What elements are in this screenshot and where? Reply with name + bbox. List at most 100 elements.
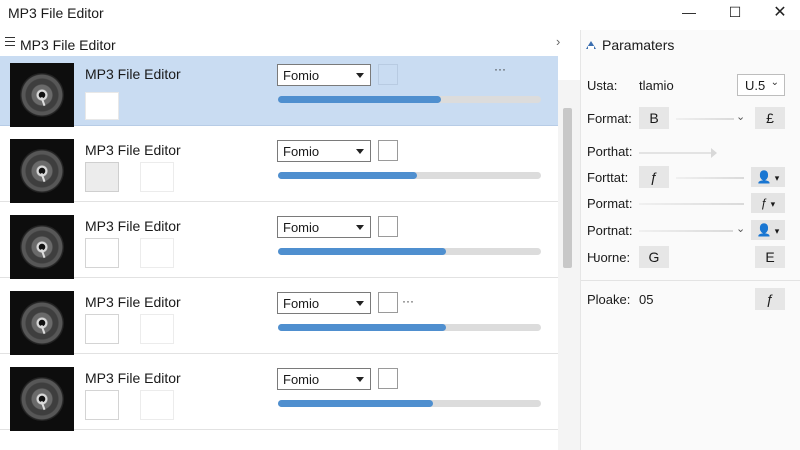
format-dropdown[interactable]: Fomio (277, 216, 371, 238)
row-tag-box-1[interactable] (85, 314, 119, 344)
row-tag-box-1[interactable] (85, 390, 119, 420)
more-options-icon[interactable]: ··· (494, 62, 506, 76)
chevron-down-icon (356, 377, 364, 382)
format-b-button[interactable]: B (639, 107, 669, 129)
forttat-f-button[interactable]: ƒ (639, 166, 669, 188)
more-options-icon[interactable]: ··· (402, 294, 414, 308)
param-row-horne: Ƕorne: G E (581, 246, 800, 270)
portnat-slider[interactable] (639, 230, 733, 232)
list-item[interactable]: MP3 File Editor Fomio (0, 208, 558, 279)
param-row-format: Format: B ⌄ £ (581, 107, 800, 131)
row-checkbox[interactable] (378, 216, 398, 237)
chevron-down-icon (356, 301, 364, 306)
scroll-down-button[interactable]: ⌄ (562, 446, 572, 450)
chevron-down-icon[interactable]: ⌄ (736, 110, 745, 123)
format-dropdown[interactable]: Fomio (277, 140, 371, 162)
param-row-ploake: Ploake: 05 ƒ (581, 288, 800, 312)
chevron-down-icon (356, 149, 364, 154)
progress-track (278, 400, 541, 407)
album-art-thumbnail (10, 291, 74, 355)
title-bar: MP3 File Editor — ☐ ✕ (0, 0, 800, 26)
progress-fill (278, 248, 447, 255)
format-dropdown-value: Fomio (283, 144, 320, 159)
disc-icon (20, 149, 64, 193)
format-dropdown[interactable]: Fomio (277, 368, 371, 390)
format-dropdown[interactable]: Fomio (277, 64, 371, 86)
chevron-down-icon: ▾ (774, 173, 780, 183)
forttat-user-picker[interactable]: 👤 ▾ (751, 167, 785, 187)
porthat-slider[interactable] (639, 148, 717, 158)
progress-track (278, 96, 541, 103)
ploake-f-button[interactable]: ƒ (755, 288, 785, 310)
usta-select[interactable]: U.5 ⌄ (737, 74, 785, 96)
format-dropdown[interactable]: Fomio (277, 292, 371, 314)
format-slider[interactable] (676, 118, 734, 120)
close-button[interactable]: ✕ (767, 2, 793, 22)
pormat-f-glyph: ƒ (760, 196, 768, 210)
format-dropdown-value: Fomio (283, 372, 320, 387)
portnat-user-picker[interactable]: 👤 ▾ (751, 220, 785, 240)
progress-fill (278, 324, 447, 331)
horne-e-button[interactable]: E (755, 246, 785, 268)
row-checkbox[interactable] (378, 64, 398, 85)
chevron-down-icon: ⌄ (770, 77, 779, 88)
param-row-porthat: Porthat: (581, 140, 800, 164)
parameters-title: Paramaters (602, 37, 675, 53)
param-label: Pormat: (587, 196, 633, 211)
maximize-button[interactable]: ☐ (722, 2, 748, 22)
row-tag-box-1[interactable] (85, 92, 119, 120)
parameters-header: Paramaters (585, 37, 674, 53)
format-dropdown-value: Fomio (283, 296, 320, 311)
row-tag-box-2[interactable] (140, 390, 174, 420)
row-title: MP3 File Editor (85, 370, 181, 386)
pormat-slider[interactable] (639, 203, 744, 205)
row-title: MP3 File Editor (85, 142, 181, 158)
row-checkbox[interactable] (378, 368, 398, 389)
progress-fill (278, 96, 442, 103)
list-header: MP3 File Editor › (0, 30, 580, 56)
divider (581, 280, 800, 281)
chevron-down-icon (356, 225, 364, 230)
list-item[interactable]: MP3 File Editor Fomio ··· (0, 56, 558, 127)
list-header-title: MP3 File Editor (20, 37, 116, 53)
horne-g-button[interactable]: G (639, 246, 669, 268)
param-label: Ploake: (587, 292, 631, 307)
progress-fill (278, 400, 434, 407)
list-item[interactable]: MP3 File Editor Fomio (0, 360, 558, 431)
chevron-down-icon[interactable]: ⌄ (736, 222, 745, 235)
hamburger-menu-icon[interactable] (5, 37, 15, 46)
minimize-button[interactable]: — (676, 2, 702, 22)
param-row-forttat: Forttat: ƒ 👤 ▾ (581, 166, 800, 190)
param-label: Ƕorne: (587, 250, 631, 265)
user-icon: 👤 (756, 170, 772, 184)
param-label: Forttat: (587, 170, 629, 185)
list-item[interactable]: MP3 File Editor Fomio ··· (0, 284, 558, 355)
album-art-thumbnail (10, 139, 74, 203)
param-label: Usta: (587, 78, 618, 93)
row-tag-box-1[interactable] (85, 238, 119, 268)
row-tag-box-2[interactable] (140, 162, 174, 192)
list-item[interactable]: MP3 File Editor Fomio (0, 132, 558, 203)
progress-track (278, 248, 541, 255)
row-checkbox[interactable] (378, 140, 398, 161)
collapse-pane-icon[interactable]: › (556, 34, 560, 49)
progress-fill (278, 172, 418, 179)
usta-select-value: U.5 (745, 78, 766, 93)
param-label: Format: (587, 111, 632, 126)
param-label: Porthat: (587, 144, 633, 159)
row-tag-box-2[interactable] (140, 238, 174, 268)
param-value: tlamio (639, 78, 674, 93)
param-row-usta: Usta: tlamio U.5 ⌄ (581, 74, 800, 98)
row-tag-box-1[interactable] (85, 162, 119, 192)
scrollbar-thumb[interactable] (563, 108, 572, 268)
progress-track (278, 324, 541, 331)
row-checkbox[interactable] (378, 292, 398, 313)
param-label: Portnat: (587, 223, 633, 238)
list-scrollbar[interactable]: ⌄ (558, 80, 580, 450)
row-title: MP3 File Editor (85, 66, 181, 82)
format-pound-button[interactable]: £ (755, 107, 785, 129)
row-tag-box-2[interactable] (140, 314, 174, 344)
forttat-slider[interactable] (676, 177, 744, 179)
pormat-f-picker[interactable]: ƒ ▾ (751, 193, 785, 213)
disc-icon (20, 377, 64, 421)
